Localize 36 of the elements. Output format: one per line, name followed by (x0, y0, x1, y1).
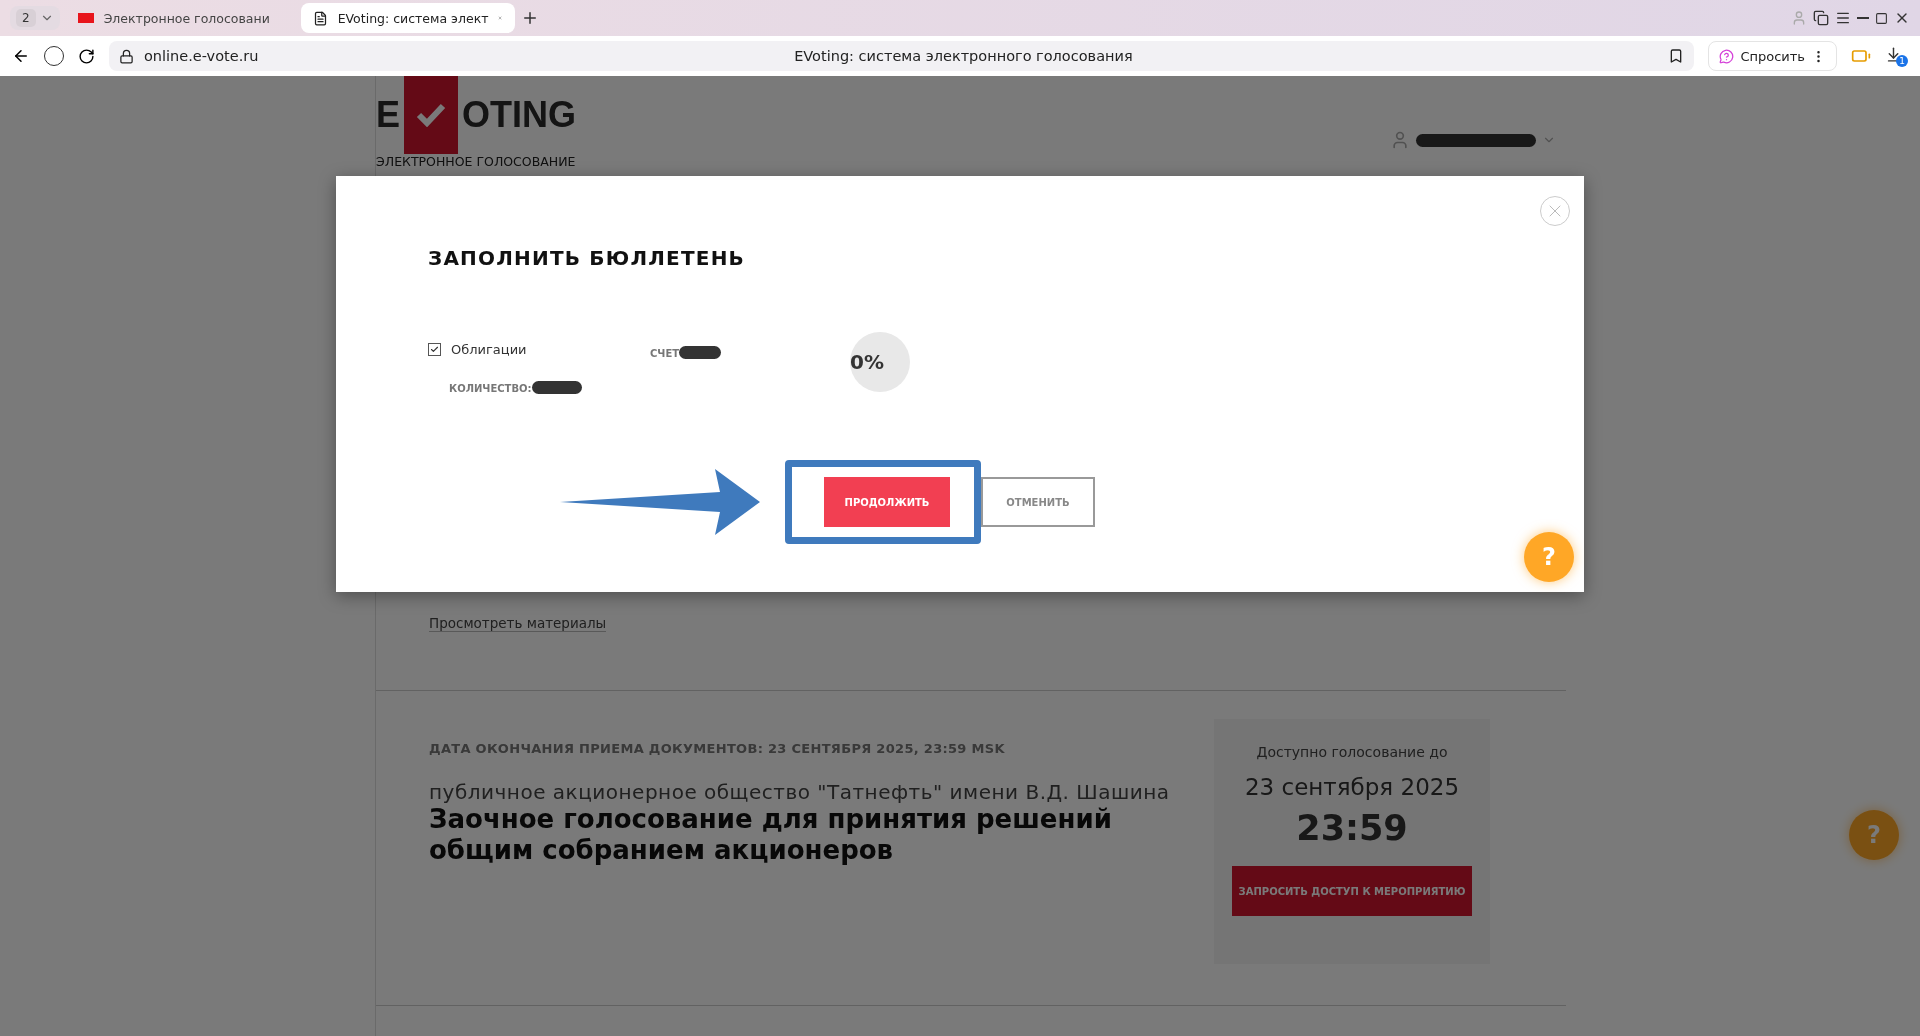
request-access-button[interactable]: ЗАПРОСИТЬ ДОСТУП К МЕРОПРИЯТИЮ (1232, 866, 1472, 916)
flag-icon (77, 13, 94, 23)
maximize-icon (1875, 11, 1888, 25)
account-label: СЧЕТ (650, 348, 680, 359)
tab-counter[interactable]: 2 (10, 6, 60, 30)
redaction-bar (531, 381, 582, 394)
cancel-button[interactable]: ОТМЕНИТЬ (981, 477, 1095, 527)
card-date: 23 сентября 2025 (1244, 774, 1460, 800)
company-name: публичное акционерное общество "Татнефть" имени В.Д. Шашина (429, 780, 1170, 804)
card-time: 23:59 (1296, 808, 1408, 848)
address-bar[interactable]: online.e-vote.ru EVoting: система электронного голосования (109, 41, 1695, 71)
continue-button[interactable]: ПРОДОЛЖИТЬ (824, 477, 950, 527)
event-title: Заочное голосование для принятия решений общим собранием акционеров (429, 804, 1113, 866)
browser-tab[interactable]: EVoting: система элект (300, 3, 515, 33)
profile-icon (1791, 10, 1807, 26)
modal-title: ЗАПОЛНИТЬ БЮЛЛЕТЕНЬ (428, 246, 747, 270)
lock-icon (119, 48, 134, 64)
deadline-text: ДАТА ОКОНЧАНИЯ ПРИЕМА ДОКУМЕНТОВ: 23 СЕНТЯБРЯ 2025, 23:59 MSK (429, 741, 1006, 756)
check-icon (430, 345, 439, 354)
back-icon (12, 47, 30, 65)
page-icon (312, 10, 328, 26)
user-icon (1390, 130, 1410, 150)
quantity-label: КОЛИЧЕСТВО: (449, 383, 532, 394)
materials-link[interactable]: Просмотреть материалы (429, 615, 607, 632)
logo-subtitle: ЭЛЕКТРОННОЕ ГОЛОСОВАНИЕ (376, 154, 576, 169)
progress-indicator: 0% (850, 332, 910, 392)
evoting-logo: E OTING (376, 76, 576, 154)
collections-icon (1813, 10, 1829, 26)
menu-icon (1835, 10, 1851, 26)
bonds-checkbox[interactable]: Облигации (428, 342, 650, 357)
redaction-bar (679, 346, 722, 359)
chat-icon (1719, 48, 1735, 64)
reload-icon (78, 47, 95, 65)
card-label: Доступно голосование до (1256, 744, 1448, 760)
ask-button[interactable]: Спросить (1708, 41, 1837, 71)
browser-tab[interactable]: Электронное голосовани (65, 3, 295, 33)
